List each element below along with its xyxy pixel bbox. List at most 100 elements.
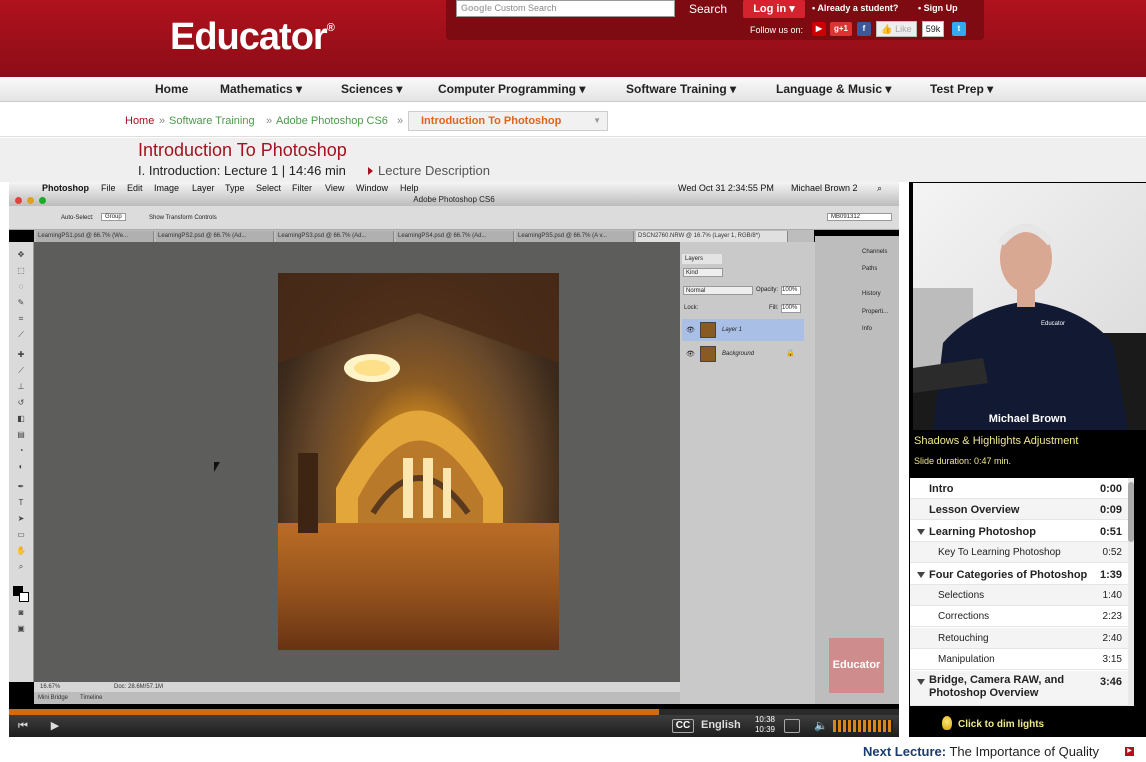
toc-section[interactable]: Bridge, Camera RAW, and Photoshop Overvi… <box>910 671 1128 706</box>
next-arrow-icon[interactable]: ▶ <box>1125 747 1134 756</box>
toc-scroll-thumb[interactable] <box>1128 482 1134 542</box>
login-button[interactable]: Log in ▾ <box>743 0 805 18</box>
already-student-link[interactable]: • Already a student? <box>812 3 898 13</box>
search-input[interactable]: Google Custom Search <box>456 0 675 17</box>
layers-kind-select: Kind <box>683 268 723 277</box>
photoshop-window-title: Adobe Photoshop CS6 <box>9 194 899 206</box>
lightbulb-icon <box>942 716 952 730</box>
search-button[interactable]: Search <box>680 0 736 18</box>
group-select: Group <box>101 213 126 221</box>
mac-menu-filter: Filter <box>292 183 312 193</box>
rewind-icon[interactable]: ⏮ <box>14 717 32 735</box>
expand-triangle-icon <box>917 529 925 535</box>
doc-tab: LearningPS1.psd @ 66.7% (We... <box>36 231 154 242</box>
eraser-icon: ◧ <box>17 414 25 423</box>
mac-menu-edit: Edit <box>127 183 143 193</box>
blur-tool-icon: ◔ <box>18 446 24 455</box>
nav-software-training[interactable]: Software Training ▾ <box>626 82 736 96</box>
fill-value: 100% <box>781 304 801 313</box>
eyedropper-icon: ⟋ <box>18 330 24 339</box>
lecture-description-link[interactable]: Lecture Description <box>368 163 490 178</box>
photoshop-status-bar: 16.67% Doc: 28.6M/57.1M <box>34 682 680 692</box>
nav-language-music[interactable]: Language & Music ▾ <box>776 82 891 96</box>
lock-label: Lock: <box>684 305 699 311</box>
breadcrumb-photoshop[interactable]: Adobe Photoshop CS6 <box>276 115 388 127</box>
doc-tab: LearningPS2.psd @ 66.7% (Ad... <box>156 231 274 242</box>
toc-subitem[interactable]: Corrections 2:23 <box>910 606 1128 627</box>
toc-item-time: 1:40 <box>1102 590 1122 601</box>
toc-subitem[interactable]: Selections 1:40 <box>910 585 1128 606</box>
toc-item-label: Retouching <box>938 633 989 644</box>
toc-item-time: 0:00 <box>1099 483 1122 495</box>
dodge-tool-icon: ◐ <box>18 462 24 471</box>
breadcrumb-home[interactable]: Home <box>125 115 154 127</box>
toc-item[interactable]: Intro 0:00 <box>910 478 1128 499</box>
zoom-tool-icon: ⌕ <box>18 562 24 571</box>
like-count: 59k <box>922 21 944 37</box>
nav-mathematics[interactable]: Mathematics ▾ <box>220 82 302 96</box>
toc-item-label: Four Categories of Photoshop <box>929 569 1088 581</box>
photoshop-options-bar: Auto-Select: Group Show Transform Contro… <box>9 206 899 230</box>
status-zoom: 16.67% <box>40 684 61 690</box>
toc-item-time: 2:40 <box>1102 633 1122 644</box>
breadcrumb-current-dropdown[interactable]: Introduction To Photoshop ▼ <box>408 111 608 131</box>
toc-subitem[interactable]: Retouching 2:40 <box>910 628 1128 649</box>
toc-item-label: Manipulation <box>938 654 995 665</box>
opacity-label: Opacity: <box>756 287 779 293</box>
mini-bridge-tab: Mini Bridge <box>38 695 69 701</box>
gradient-tool-icon: ▤ <box>17 430 25 439</box>
toc-subitem[interactable]: Key To Learning Photoshop 0:52 <box>910 542 1128 563</box>
youtube-icon[interactable]: ▶ <box>812 22 826 36</box>
breadcrumb-separator: » <box>159 115 166 127</box>
doc-tab: LearningPS4.psd @ 66.7% (Ad... <box>396 231 514 242</box>
toc-item-label: Intro <box>929 483 954 495</box>
toc-subitem[interactable]: Manipulation 3:15 <box>910 649 1128 670</box>
layers-blend-select: Normal <box>683 286 753 295</box>
fullscreen-icon[interactable] <box>784 719 800 733</box>
mac-menu-bar: Photoshop File Edit Image Layer Type Sel… <box>9 182 899 194</box>
dock-channels: Channels <box>862 249 888 255</box>
educator-logo[interactable]: Educator® <box>170 16 335 59</box>
sign-up-link[interactable]: • Sign Up <box>918 3 958 13</box>
nav-computer-programming[interactable]: Computer Programming ▾ <box>438 82 585 96</box>
mac-clock: Wed Oct 31 2:34:55 PM <box>678 183 774 193</box>
volume-icon[interactable]: 🔈 <box>814 719 828 732</box>
window-close-icon <box>15 197 22 204</box>
time-current: 10:38 <box>754 715 776 724</box>
next-lecture-title: The Importance of Quality <box>949 744 1100 759</box>
next-lecture-link[interactable]: Next Lecture: The Importance of Quality <box>863 744 1099 759</box>
nav-home[interactable]: Home <box>155 82 188 96</box>
toc-item-label: Key To Learning Photoshop <box>938 547 1061 558</box>
station-photo-drawing <box>278 273 559 650</box>
toc-section[interactable]: Learning Photoshop 0:51 <box>910 521 1128 542</box>
volume-slider[interactable] <box>833 720 893 732</box>
dock-properties: Properti... <box>862 309 889 315</box>
dim-lights-link[interactable]: Click to dim lights <box>958 719 1044 730</box>
nav-sciences[interactable]: Sciences ▾ <box>341 82 402 96</box>
nav-test-prep[interactable]: Test Prep ▾ <box>930 82 993 96</box>
like-button[interactable]: 👍 Like <box>876 21 917 37</box>
breadcrumb-software-training[interactable]: Software Training <box>169 115 255 127</box>
follow-us-label: Follow us on: <box>750 25 804 35</box>
play-icon[interactable]: ▶ <box>46 717 64 735</box>
eye-icon: 👁 <box>686 327 695 334</box>
photoshop-toolbar: ✥ ⬚ ◌ ✎ ⌗ ⟋ ✚ ⟋ ⊥ ↺ ◧ ▤ ◔ ◐ ✒ T ➤ ▭ ✋ ⌕ … <box>9 242 34 682</box>
twitter-icon[interactable]: t <box>952 22 966 36</box>
toc-item-label: Bridge, Camera RAW, and Photoshop Overvi… <box>929 674 1065 699</box>
closed-captions-button[interactable]: CC <box>672 719 694 733</box>
spotlight-icon: ⌕ <box>877 183 883 193</box>
facebook-icon[interactable]: f <box>857 22 871 36</box>
marquee-tool-icon: ⬚ <box>17 266 25 275</box>
toc-section[interactable]: Four Categories of Photoshop 1:39 <box>910 564 1128 585</box>
dock-paths: Paths <box>862 266 878 272</box>
clone-stamp-icon: ⊥ <box>17 382 25 391</box>
language-select[interactable]: English <box>701 719 741 731</box>
time-display: 10:38 10:39 <box>751 715 779 735</box>
google-plus-icon[interactable]: g+1 <box>830 22 852 36</box>
type-tool-icon: T <box>18 498 24 507</box>
toc-item[interactable]: Lesson Overview 0:09 <box>910 499 1128 520</box>
workspace-select: MB091312 <box>827 213 892 221</box>
history-brush-icon: ↺ <box>17 398 25 407</box>
mac-menu-window: Window <box>356 183 389 193</box>
next-lecture-label: Next Lecture: <box>863 744 947 759</box>
